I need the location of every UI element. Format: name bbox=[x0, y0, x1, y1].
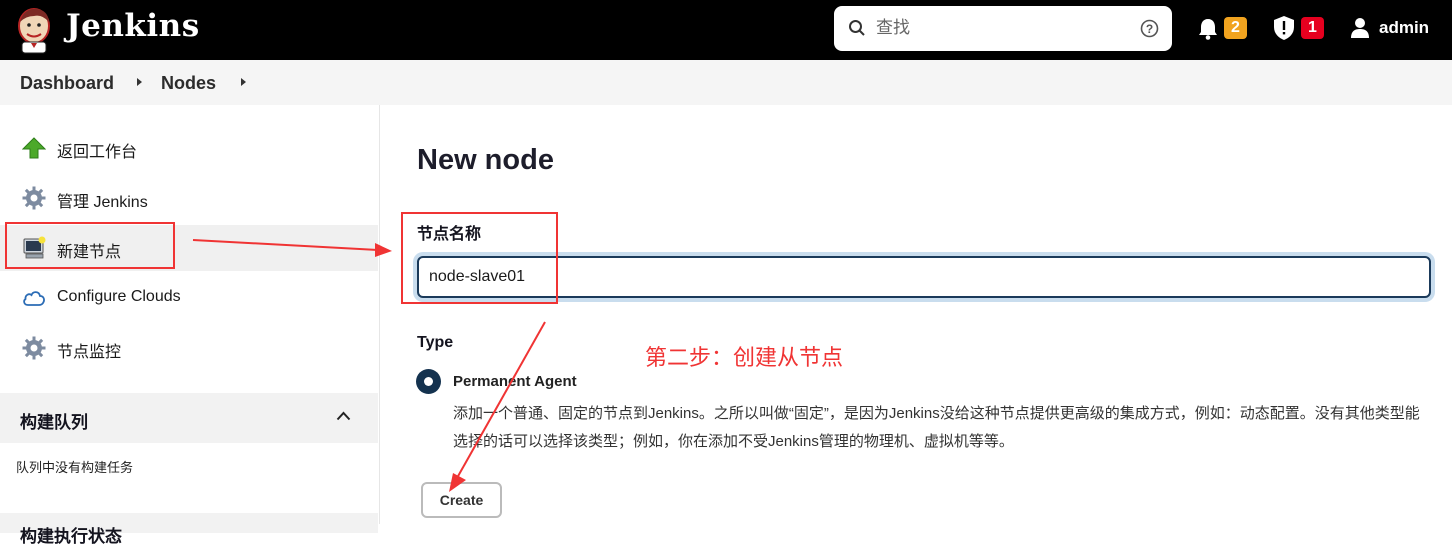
annotation-arrow-line bbox=[456, 321, 546, 479]
annotation-arrow-head bbox=[375, 243, 392, 257]
annotation-arrow-head bbox=[449, 473, 466, 492]
executor-status-title: 构建执行状态 bbox=[20, 527, 122, 546]
annotation-arrow-line bbox=[192, 239, 379, 251]
annotation-arrows bbox=[192, 239, 546, 492]
